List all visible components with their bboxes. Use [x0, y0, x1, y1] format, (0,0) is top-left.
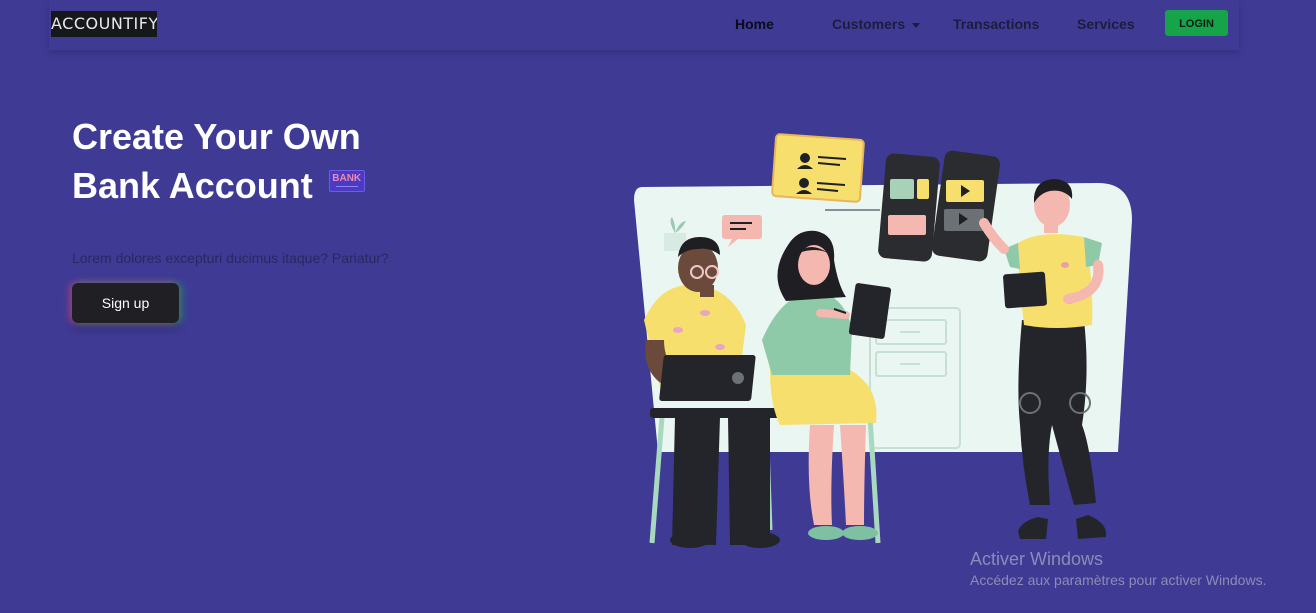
signup-button[interactable]: Sign up [72, 283, 179, 323]
hero-illustration [634, 133, 1132, 548]
hero-title-line2: Bank Account [72, 165, 313, 206]
hero-title: Create Your Own Bank Account BANK [72, 112, 365, 210]
smartphone-left-icon [878, 153, 940, 262]
brand-logo[interactable]: ACCOUNTIFY [51, 11, 157, 37]
login-button[interactable]: LOGIN [1165, 10, 1228, 36]
nav-link-home[interactable]: Home [735, 16, 774, 32]
bank-badge-label: BANK [332, 173, 362, 184]
hero-subtitle: Lorem dolores excepturi ducimus itaque? … [72, 250, 389, 266]
nav-link-services[interactable]: Services [1077, 16, 1135, 32]
watermark-subtitle: Accédez aux paramètres pour activer Wind… [970, 572, 1267, 588]
nav-link-customers[interactable]: Customers [832, 16, 921, 32]
watermark-title: Activer Windows [970, 549, 1104, 569]
nav-link-transactions[interactable]: Transactions [953, 16, 1039, 32]
navbar: ACCOUNTIFY Home Customers Transactions S… [49, 0, 1239, 50]
bank-card-icon: BANK [328, 170, 365, 192]
caret-down-icon [912, 22, 921, 28]
hero-title-line1: Create Your Own [72, 116, 361, 157]
nav-link-customers-label: Customers [832, 16, 906, 32]
windows-activation-watermark: Activer Windows Accédez aux paramètres p… [970, 548, 1266, 590]
